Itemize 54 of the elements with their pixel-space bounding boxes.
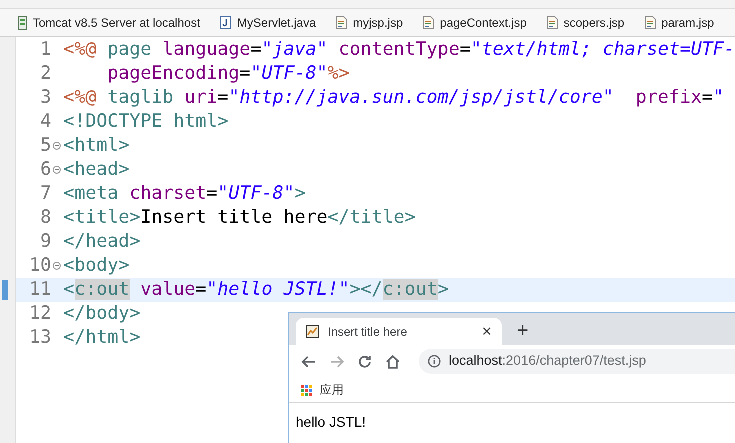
server-icon xyxy=(18,16,27,30)
close-button[interactable]: × xyxy=(482,323,492,340)
file-icon xyxy=(423,16,434,29)
line-number: 4 xyxy=(40,110,52,134)
line-number: 6 xyxy=(40,158,52,182)
editor-tab[interactable]: param.jsp xyxy=(644,14,714,32)
line-number: 11 xyxy=(30,278,52,302)
new-tab-button[interactable]: + xyxy=(517,321,529,341)
code-line: <%@ page language="java" contentType="text/html; charset=UTF- xyxy=(62,38,735,62)
file-icon xyxy=(644,16,656,29)
code-line: <title>Insert title here</title> xyxy=(62,206,416,230)
page-text: hello JSTL! xyxy=(296,414,366,430)
code-line: </html> xyxy=(62,326,141,350)
code-line: </body> xyxy=(62,302,141,326)
info-icon xyxy=(428,355,441,368)
line-number: 12 xyxy=(30,302,52,326)
bookmark-item[interactable]: 应用 xyxy=(301,381,344,399)
home-button[interactable] xyxy=(385,354,401,370)
line-number: 3 xyxy=(40,86,52,110)
fold-icon[interactable] xyxy=(52,166,61,174)
code-line: <meta charset="UTF-8"> xyxy=(62,182,306,206)
editor-tab[interactable]: pageContext.jsp xyxy=(423,14,527,32)
line-number: 5 xyxy=(40,134,52,158)
code-line: pageEncoding="UTF-8"%> xyxy=(106,62,350,86)
file-icon xyxy=(336,16,348,29)
code-line: <body> xyxy=(62,254,130,278)
line-number: 8 xyxy=(40,206,52,230)
reload-button[interactable] xyxy=(357,354,373,370)
editor-tab[interactable]: myjsp.jsp xyxy=(336,14,404,32)
fold-icon[interactable] xyxy=(52,142,61,150)
back-button[interactable] xyxy=(301,354,317,370)
code-line: <head> xyxy=(62,158,130,182)
address-bar[interactable]: localhost:2016/chapter07/test.jsp xyxy=(419,349,735,374)
line-number: 13 xyxy=(30,326,52,350)
line-number: 7 xyxy=(40,182,52,206)
apps-grid-icon xyxy=(301,384,312,396)
line-number: 2 xyxy=(40,62,52,86)
editor-tab[interactable]: Tomcat v8.5 Server at localhost xyxy=(18,14,200,32)
line-number: 9 xyxy=(40,230,52,254)
url-text: localhost:2016/chapter07/test.jsp xyxy=(449,352,646,370)
page-icon xyxy=(306,325,319,338)
code-line: <c:out value="hello JSTL!"></c:out> xyxy=(62,278,449,302)
line-number: 10 xyxy=(30,254,52,278)
line-number: 1 xyxy=(40,38,52,62)
code-line: </head> xyxy=(62,230,141,254)
code-line: <%@ taglib uri="http://java.sun.com/jsp/jstl/core" prefix=" xyxy=(62,86,724,110)
code-line: <html> xyxy=(62,134,130,158)
java-file-icon xyxy=(220,16,232,29)
editor-tab[interactable]: scopers.jsp xyxy=(546,14,625,32)
editor-tab[interactable]: MyServlet.java xyxy=(220,14,316,32)
code-line: <!DOCTYPE html> xyxy=(62,110,229,134)
browser-tab[interactable]: Insert title here × xyxy=(296,318,502,345)
fold-icon[interactable] xyxy=(52,262,61,270)
file-icon xyxy=(546,16,558,29)
